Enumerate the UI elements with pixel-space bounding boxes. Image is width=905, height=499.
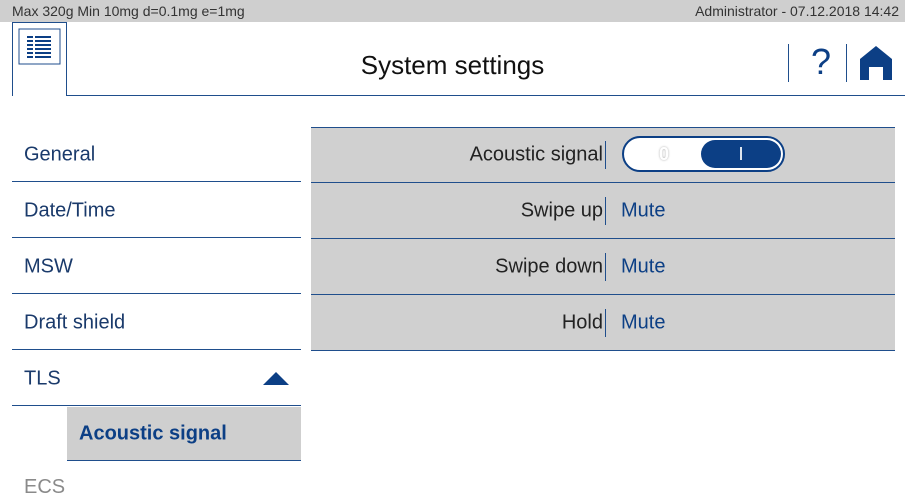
help-icon: ?	[810, 41, 832, 82]
sidebar-item-label: Draft shield	[24, 311, 126, 333]
sidebar-item-label: Acoustic signal	[79, 422, 227, 445]
sidebar-item-label: Date/Time	[24, 199, 116, 221]
user-datetime: Administrator - 07.12.2018 14:42	[695, 3, 899, 19]
collapse-triangle-icon[interactable]	[263, 372, 289, 385]
toggle-on-knob: I	[701, 140, 781, 168]
divider	[311, 127, 895, 128]
status-bar: Max 320g Min 10mg d=0.1mg e=1mg Administ…	[0, 0, 905, 22]
row-separator	[605, 253, 606, 281]
divider	[12, 405, 301, 406]
toggle-off-label: 0	[658, 144, 669, 164]
settings-panel: Acoustic signal 0 I Swipe up Mute Swipe …	[311, 127, 895, 351]
acoustic-signal-toggle[interactable]: 0 I	[622, 136, 785, 172]
divider	[12, 237, 301, 238]
sidebar-item-label: TLS	[24, 367, 61, 389]
sidebar-item-ecs[interactable]: ECS	[24, 476, 65, 499]
row-separator	[605, 309, 606, 337]
sidebar-subitem-acoustic-signal[interactable]: Acoustic signal	[67, 407, 301, 461]
setting-label: Swipe down	[495, 255, 603, 278]
setting-value: Mute	[621, 311, 666, 334]
header-divider	[67, 95, 905, 96]
row-separator	[605, 197, 606, 225]
sidebar-item-tls[interactable]: TLS	[12, 351, 301, 406]
home-button[interactable]	[858, 45, 894, 81]
sidebar-item-label: General	[24, 143, 96, 165]
header-separator	[788, 44, 789, 82]
divider	[12, 293, 301, 294]
row-separator	[605, 141, 606, 169]
sidebar-item-draft-shield[interactable]: Draft shield	[12, 295, 301, 350]
setting-value: Mute	[621, 199, 666, 222]
page-title: System settings	[360, 50, 545, 80]
sidebar-item-date-time[interactable]: Date/Time	[12, 183, 301, 238]
home-icon	[860, 46, 892, 80]
divider	[311, 350, 895, 351]
divider	[12, 349, 301, 350]
help-button[interactable]: ?	[803, 42, 839, 82]
divider	[12, 181, 301, 182]
header-separator	[846, 44, 847, 82]
setting-label: Swipe up	[520, 199, 603, 222]
setting-row-swipe-up[interactable]: Swipe up Mute	[311, 183, 895, 239]
sidebar-item-label: MSW	[24, 255, 73, 277]
setting-label: Hold	[561, 311, 603, 334]
sidebar-item-msw[interactable]: MSW	[12, 239, 301, 294]
sidebar-item-general[interactable]: General	[12, 127, 301, 182]
setting-row-hold[interactable]: Hold Mute	[311, 295, 895, 351]
setting-label: Acoustic signal	[469, 143, 603, 166]
setting-row-acoustic-signal: Acoustic signal 0 I	[311, 127, 895, 183]
balance-specs: Max 320g Min 10mg d=0.1mg e=1mg	[12, 3, 245, 19]
setting-row-swipe-down[interactable]: Swipe down Mute	[311, 239, 895, 295]
setting-value: Mute	[621, 255, 666, 278]
divider	[67, 460, 301, 461]
